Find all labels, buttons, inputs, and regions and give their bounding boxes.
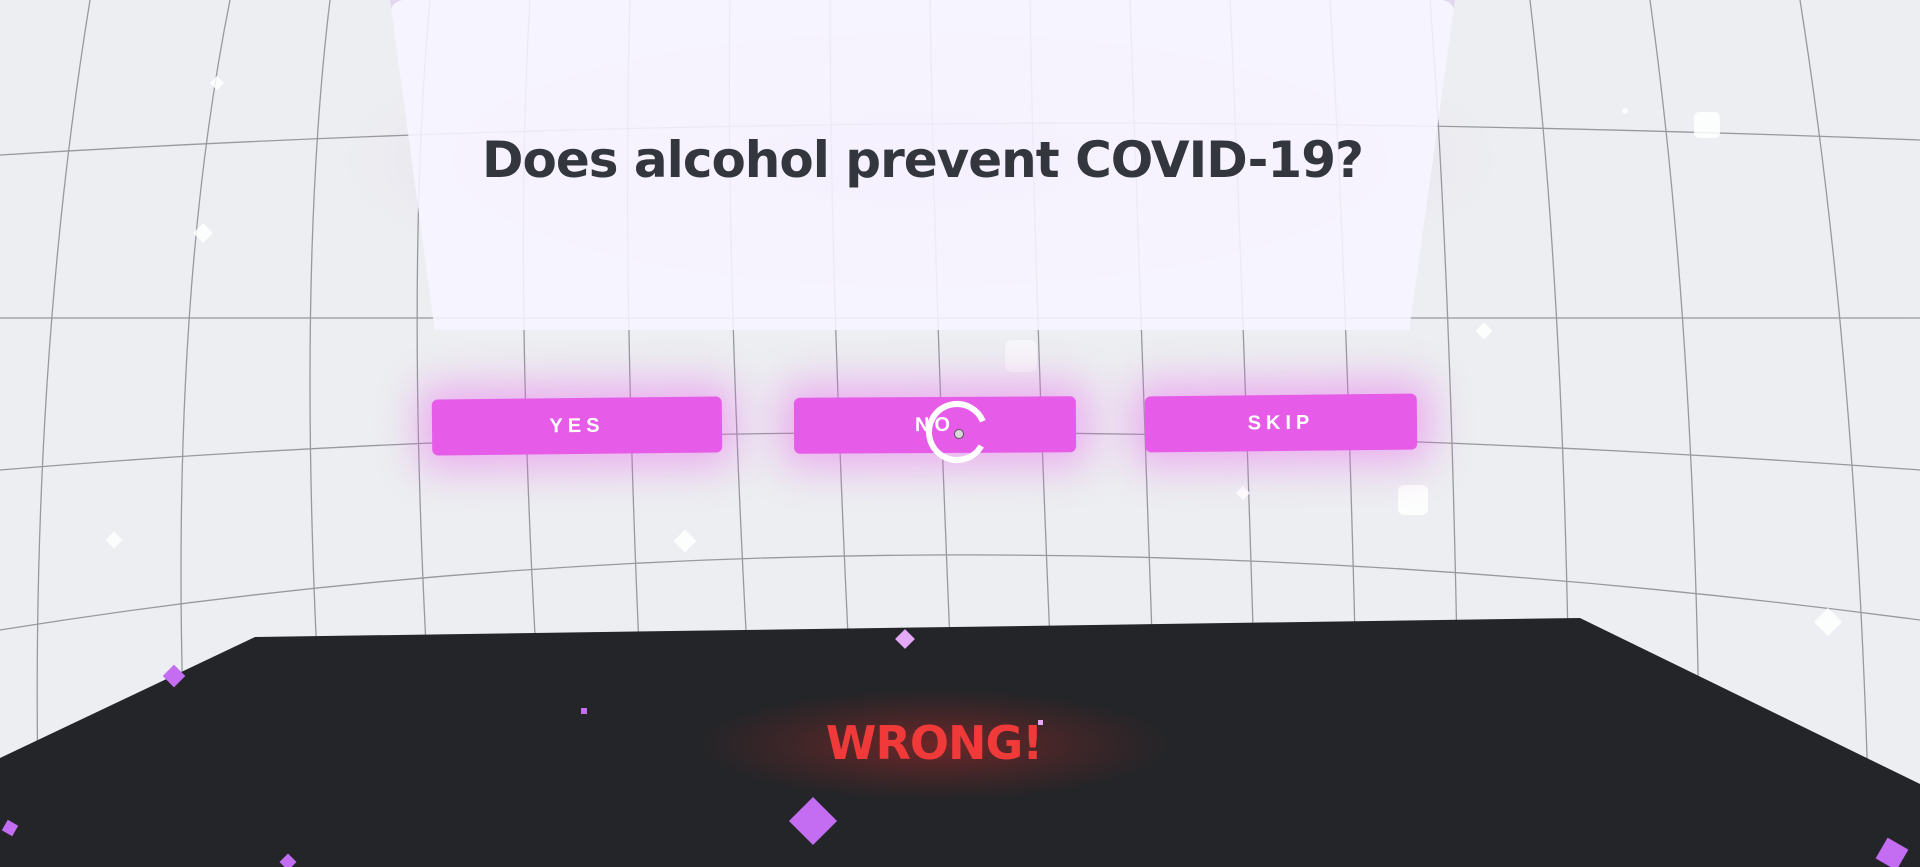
floor-particles [1,629,1909,867]
game-scene: Does alcohol prevent COVID-19? YES NO SK… [0,0,1920,867]
diamond-icon [1875,837,1909,867]
diamond-icon [1038,720,1043,725]
diamond-icon [279,853,297,867]
diamond-icon [1,819,19,837]
diamond-icon [788,796,838,846]
diamond-icon [581,708,587,714]
diamond-icon [895,629,915,649]
diamond-icon [162,664,186,688]
